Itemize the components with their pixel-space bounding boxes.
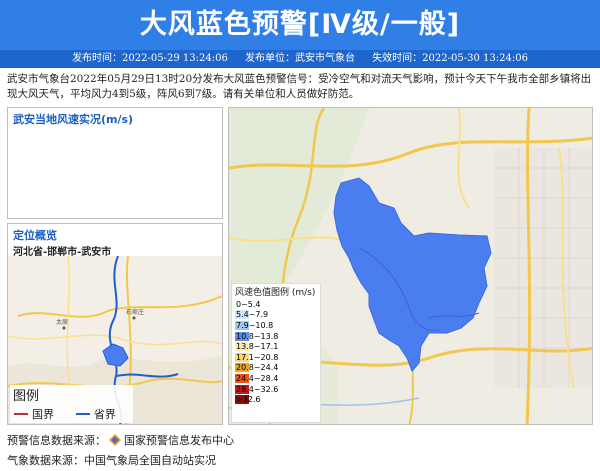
wind-observation-title: 武安当地风速实况(m/s) <box>13 113 134 126</box>
wind-legend-label: 28.4~32.6 <box>236 384 279 394</box>
wind-legend-label: >32.6 <box>236 395 261 405</box>
wind-observation-panel: 武安当地风速实况(m/s) <box>7 107 223 219</box>
expire-time: 失效时间：2022-05-30 13:24:06 <box>372 53 528 64</box>
overview-label-city: 太原 <box>56 318 68 326</box>
wind-legend-swatch: 20.8~24.4 <box>235 363 278 373</box>
wind-legend-item: 0~5.4 <box>232 299 320 310</box>
wind-legend-item: 24.4~28.4 <box>232 373 320 384</box>
wind-legend-label: 0~5.4 <box>236 299 261 309</box>
wind-legend-label: 20.8~24.4 <box>236 363 279 373</box>
provincial-border-swatch <box>75 413 90 415</box>
wind-legend-swatch: 5.4~7.9 <box>235 310 268 320</box>
wind-legend-item: 13.8~17.1 <box>232 341 320 352</box>
wind-legend-label: 7.9~10.8 <box>236 320 274 330</box>
publish-time: 发布时间：2022-05-29 13:24:06 <box>72 53 228 64</box>
wind-legend-label: 13.8~17.1 <box>236 342 279 352</box>
wind-legend-swatch: 10.8~13.8 <box>235 331 278 341</box>
wind-legend-item: 28.4~32.6 <box>232 384 320 395</box>
wind-legend-swatch: >32.6 <box>235 395 261 405</box>
wind-legend-item: 5.4~7.9 <box>232 310 320 321</box>
warning-description: 武安市气象台2022年05月29日13时20分发布大风蓝色预警信号：受冷空气和对… <box>7 73 592 100</box>
publisher: 发布单位：武安市气象台 <box>245 53 355 64</box>
provincial-border-label: 省界 <box>93 408 116 421</box>
wind-legend-swatch: 7.9~10.8 <box>235 320 273 330</box>
weather-source-line: 气象数据来源：中国气象局全国自动站实况 <box>7 454 216 467</box>
wind-legend-swatch: 28.4~32.6 <box>235 384 278 394</box>
national-border-legend-item: 国界 <box>14 406 54 422</box>
wind-legend-swatch: 13.8~17.1 <box>235 342 278 352</box>
provincial-border-legend-item: 省界 <box>75 406 116 422</box>
wind-legend-label: 10.8~13.8 <box>236 331 279 341</box>
warning-source-name[interactable]: 国家预警信息发布中心 <box>124 432 234 448</box>
wind-speed-legend-title: 风速色值图例 (m/s) <box>235 288 316 298</box>
wind-legend-item: 17.1~20.8 <box>232 352 320 363</box>
warning-source-line: 预警信息数据来源： 国家预警信息发布中心 <box>7 432 234 448</box>
wind-legend-swatch: 17.1~20.8 <box>235 352 278 362</box>
wind-legend-item: 10.8~13.8 <box>232 331 320 342</box>
wind-legend-label: 5.4~7.9 <box>236 310 269 320</box>
wind-legend-item: 20.8~24.4 <box>232 363 320 374</box>
wind-legend-item: >32.6 <box>232 394 320 405</box>
wind-legend-label: 17.1~20.8 <box>236 352 279 362</box>
warning-title: 大风蓝色预警[Ⅳ级/一般] <box>0 0 600 50</box>
border-legend: 图例 国界 省界 <box>10 385 133 423</box>
overview-label-capital: 石家庄 <box>126 308 144 316</box>
wind-legend-swatch: 0~5.4 <box>235 299 261 309</box>
wind-legend-item: 7.9~10.8 <box>232 320 320 331</box>
warning-meta-bar: 发布时间：2022-05-29 13:24:06 发布单位：武安市气象台 失效时… <box>0 50 600 68</box>
warning-center-logo-icon <box>109 434 121 446</box>
wind-speed-legend: 风速色值图例 (m/s) 0~5.4 5.4~7.9 7.9~10.8 10.8… <box>231 283 321 423</box>
national-border-swatch <box>14 413 28 415</box>
border-legend-title: 图例 <box>13 389 40 404</box>
wind-legend-label: 24.4~28.4 <box>236 373 279 383</box>
warning-source-label: 预警信息数据来源： <box>7 434 106 447</box>
national-border-label: 国界 <box>32 408 54 421</box>
wind-legend-swatch: 24.4~28.4 <box>235 373 278 383</box>
location-overview-title: 定位概览 <box>13 229 57 242</box>
